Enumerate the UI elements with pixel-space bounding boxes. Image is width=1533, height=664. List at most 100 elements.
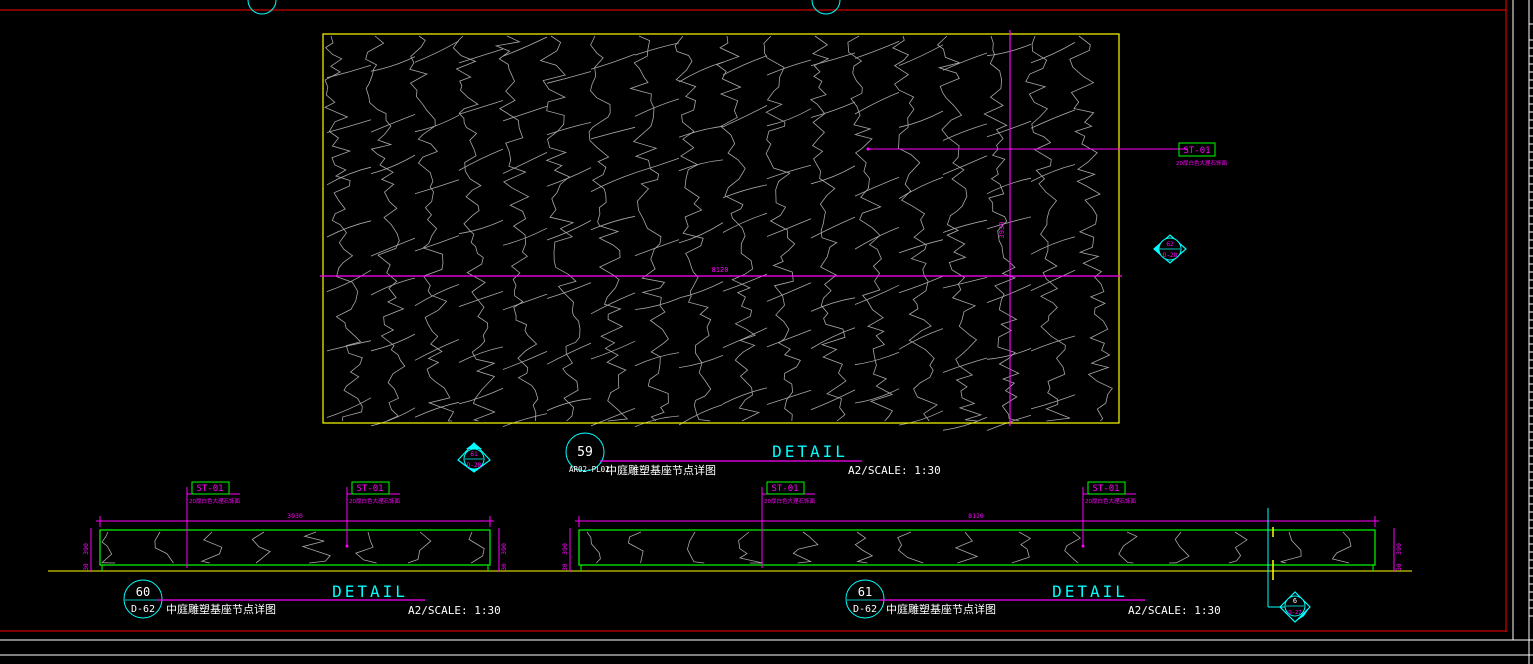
hatch-vein (1118, 531, 1138, 564)
detail-60-section: 3930 390 30 390 30 ST-01 20厚白色大理石饰面 ST-0… (82, 481, 508, 619)
hatch-vein (810, 389, 856, 411)
hatch-vein (678, 222, 724, 244)
hatch-vein (100, 531, 116, 564)
hatch-vein (766, 218, 812, 237)
hatch-vein (810, 52, 856, 66)
hatch-vein (678, 281, 724, 299)
hatch-vein (414, 284, 460, 307)
hatch-vein (370, 333, 416, 352)
detail-scale: A2/SCALE: 1:30 (1128, 604, 1221, 617)
hatch-vein (414, 179, 460, 195)
hatch-vein (370, 154, 416, 174)
detail-name: 中庭雕塑基座节点详图 (166, 602, 276, 616)
hatch-vein (546, 220, 592, 241)
hatch-vein (407, 531, 432, 564)
hatch-vein (942, 219, 988, 233)
section-callout-left[interactable]: 61 D-28 (457, 442, 491, 473)
hatch-vein (898, 110, 944, 128)
hatch-vein (546, 398, 592, 411)
hatch-vein (458, 100, 504, 115)
hatch-vein (494, 35, 539, 422)
title-block-ticks (1529, 39, 1533, 617)
hatch-vein (326, 64, 372, 79)
callout-number: 6 (1293, 597, 1297, 605)
hatch-vein (936, 35, 983, 422)
hatch-vein (766, 59, 812, 76)
width-dimension-text: 3930 (287, 512, 303, 520)
hatch-vein (634, 239, 680, 257)
side-dimension-text-right: 30 (501, 563, 508, 571)
hatch-vein (634, 297, 680, 310)
height-dimension-text: 390 (82, 543, 90, 555)
hatch-vein (766, 329, 812, 348)
material-tag: ST-01 (196, 484, 223, 494)
hatch-vein (722, 55, 768, 76)
hatch-vein (854, 284, 900, 305)
height-dimension-text-right: 390 (1395, 543, 1403, 555)
hatch-vein (1168, 531, 1190, 564)
hatch-vein (722, 105, 768, 128)
hatch-vein (766, 282, 812, 302)
hatch-vein (847, 35, 894, 422)
section-callout-right[interactable]: 62 D-28 (1153, 234, 1187, 264)
detail-59-elevation: 8120 3930 ST-01 20厚白色大理石饰面 62 D-28 61 D-… (320, 30, 1227, 477)
hatch-vein (1064, 531, 1082, 564)
hatch-vein (738, 531, 763, 564)
marble-hatch-pattern (100, 531, 485, 564)
material-tag: ST-01 (1092, 484, 1119, 494)
width-dimension-text: 8120 (712, 266, 729, 274)
material-note: 20厚白色大理石饰面 (1085, 497, 1136, 505)
hatch-vein (954, 531, 979, 564)
width-dimension-text: 8120 (968, 512, 984, 520)
detail-name: 中庭雕塑基座节点详图 (606, 463, 716, 477)
hatch-vein (502, 293, 548, 311)
hatch-vein (722, 387, 768, 405)
sheet-reference: D-62 (131, 604, 155, 615)
hatch-vein (986, 120, 1032, 138)
hatch-vein (766, 108, 812, 127)
hatch-vein (810, 216, 856, 239)
hatch-vein (546, 71, 592, 84)
height-dimension-text: 390 (561, 543, 569, 555)
hatch-vein (678, 404, 724, 426)
hatch-vein (854, 351, 900, 366)
hatch-vein (502, 351, 548, 370)
hatch-vein (898, 275, 944, 294)
detail-title-60: 60 D-62 DETAIL 中庭雕塑基座节点详图 A2/SCALE: 1:30 (123, 579, 501, 619)
hatch-vein (763, 35, 801, 422)
hatch-vein (634, 42, 680, 56)
hatch-vein (370, 237, 416, 257)
material-note: 20厚白色大理石饰面 (764, 497, 815, 505)
hatch-vein (892, 35, 938, 422)
hatch-vein (898, 44, 944, 66)
hatch-vein (1030, 394, 1076, 410)
hatch-vein (458, 291, 504, 307)
detail-word: DETAIL (332, 582, 408, 601)
hatch-vein (722, 327, 768, 348)
hatch-vein (370, 56, 416, 72)
material-note: 20厚白色大理石饰面 (1176, 159, 1227, 167)
hatch-vein (766, 389, 812, 405)
hatch-vein (251, 531, 271, 564)
hatch-vein (854, 388, 900, 404)
hatch-vein (898, 176, 944, 199)
hatch-vein (678, 61, 724, 83)
material-tag: ST-01 (771, 484, 798, 494)
hatch-vein (1228, 531, 1248, 564)
hatch-vein (414, 401, 460, 418)
detail-word: DETAIL (772, 442, 848, 461)
hatch-vein (324, 35, 363, 422)
hatch-vein (854, 531, 874, 564)
hatch-vein (546, 122, 592, 136)
hatch-vein (590, 53, 636, 70)
material-tag: ST-01 (1183, 146, 1210, 156)
hatch-vein (634, 415, 680, 428)
hatch-vein (810, 297, 856, 312)
hatch-vein (722, 212, 768, 233)
hatch-vein (854, 176, 900, 197)
marble-hatch-pattern (586, 531, 1352, 564)
detail-number: 60 (136, 585, 150, 599)
hatch-vein (468, 531, 485, 564)
hatch-vein (634, 98, 680, 117)
hatch-vein (414, 40, 460, 63)
